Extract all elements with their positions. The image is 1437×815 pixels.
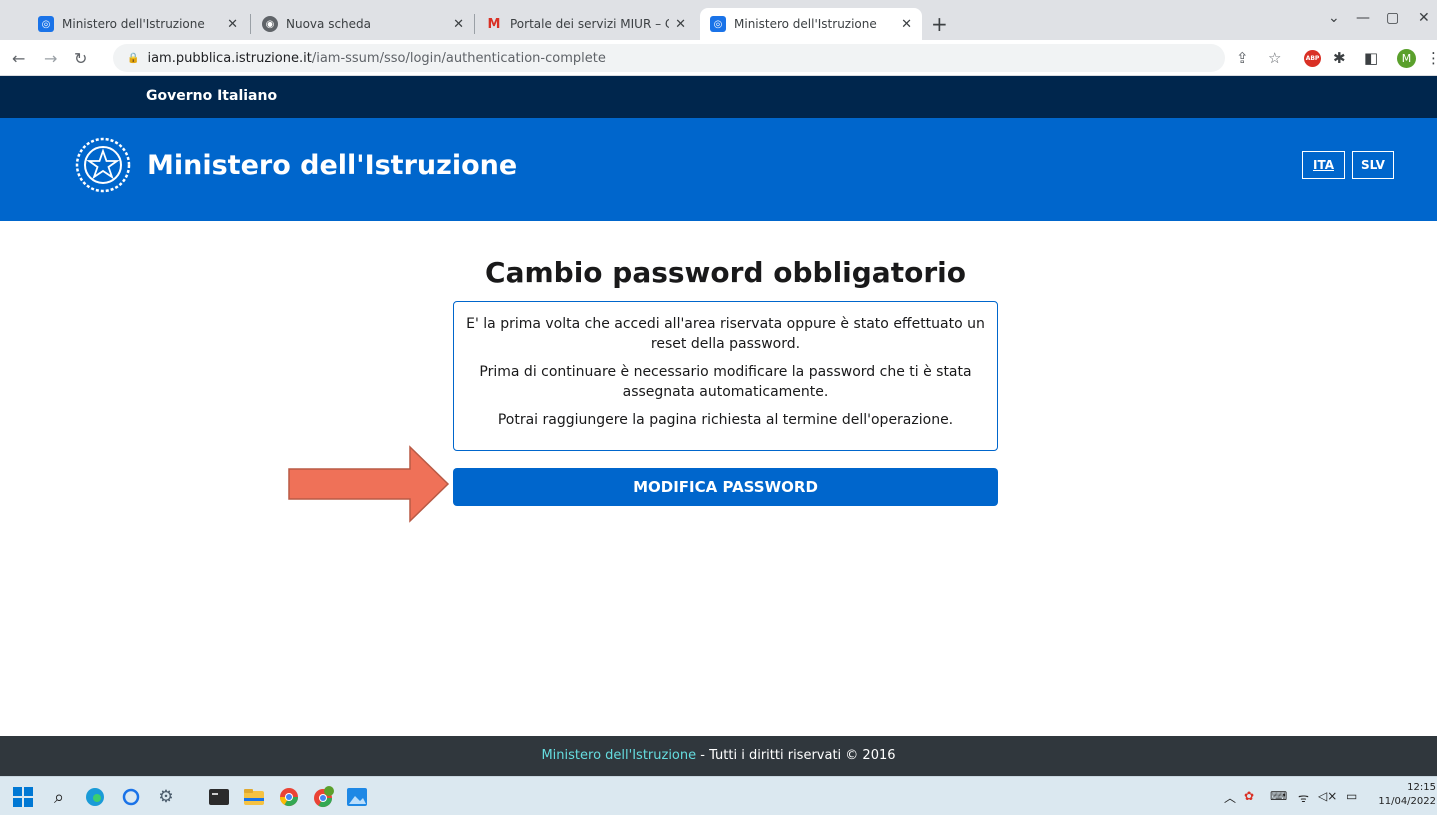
tab-title: Portale dei servizi MIUR – Creazio [510,17,669,31]
browser-tab-active[interactable]: ◎ Ministero dell'Istruzione ✕ [700,8,922,40]
tab-divider [474,14,475,34]
notification-app-icon[interactable]: ✿ [1244,789,1254,803]
footer-copyright: - Tutti i diritti riservati © 2016 [696,748,896,763]
address-bar[interactable]: 🔒 iam.pubblica.istruzione.it/iam-ssum/ss… [113,44,1225,72]
menu-kebab-icon[interactable]: ⋮ [1426,49,1437,67]
maximize-button[interactable]: ▢ [1386,10,1399,26]
close-icon[interactable]: ✕ [675,17,686,32]
address-toolbar: ← → ↻ 🔒 iam.pubblica.istruzione.it/iam-s… [0,40,1437,76]
url-path: /iam-ssum/sso/login/authentication-compl… [311,50,606,66]
tab-divider [250,14,251,34]
info-paragraph: E' la prima volta che accedi all'area ri… [466,316,985,352]
windows-taskbar: ⌕ ⚙ ︿ ✿ ⌨ ᯤ ◁× ▭ 12:15 11/04/2022 [0,776,1437,815]
language-slv-button[interactable]: SLV [1352,151,1394,179]
close-icon[interactable]: ✕ [901,17,912,32]
url-domain: iam.pubblica.istruzione.it [147,50,312,66]
ministry-favicon-icon: ◎ [710,16,726,32]
windows-start-icon[interactable] [12,786,34,808]
side-panel-icon[interactable]: ◧ [1364,49,1378,67]
share-icon[interactable]: ⇪ [1236,49,1249,67]
bookmark-star-icon[interactable]: ☆ [1268,49,1281,67]
browser-tab[interactable]: ◉ Nuova scheda ✕ [252,8,474,40]
lock-icon: 🔒 [127,52,140,64]
cortana-icon[interactable] [120,786,142,808]
adblock-extension-icon[interactable]: ABP [1304,50,1321,67]
show-hidden-icons-icon[interactable]: ︿ [1224,789,1236,806]
modifica-password-button[interactable]: MODIFICA PASSWORD [453,468,998,506]
new-tab-button[interactable]: + [931,12,948,36]
language-ita-button[interactable]: ITA [1302,151,1345,179]
system-clock[interactable]: 12:15 11/04/2022 [1378,781,1436,809]
close-window-button[interactable]: ✕ [1418,10,1430,26]
footer-ministry-link[interactable]: Ministero dell'Istruzione [541,748,696,763]
browser-tab-bar: ◎ Ministero dell'Istruzione ✕ ◉ Nuova sc… [0,0,1437,40]
photos-icon[interactable] [346,786,368,808]
tab-title: Ministero dell'Istruzione [734,17,877,31]
minimize-button[interactable]: — [1356,10,1370,26]
reload-icon[interactable]: ↻ [74,49,87,68]
annotation-arrow-icon [288,445,450,523]
battery-icon[interactable]: ▭ [1346,789,1357,803]
site-header: Ministero dell'Istruzione ITA SLV [0,118,1437,221]
site-title[interactable]: Ministero dell'Istruzione [147,150,517,181]
info-paragraph: Potrai raggiungere la pagina richiesta a… [497,412,954,428]
ministry-favicon-icon: ◎ [38,16,54,32]
government-bar: Governo Italiano [0,76,1437,118]
search-icon[interactable]: ⌕ [48,786,70,808]
chrome-favicon-icon: ◉ [262,16,278,32]
clock-date: 11/04/2022 [1378,796,1436,807]
chrome-profile-icon[interactable] [313,786,335,808]
tab-search-icon[interactable]: ⌄ [1328,10,1340,26]
volume-muted-icon[interactable]: ◁× [1318,789,1337,803]
wifi-icon[interactable]: ᯤ [1298,789,1309,806]
tab-title: Nuova scheda [286,17,372,31]
terminal-icon[interactable] [208,786,230,808]
gmail-favicon-icon: M [487,16,501,32]
settings-gear-icon[interactable]: ⚙ [155,786,177,808]
close-icon[interactable]: ✕ [453,17,464,32]
extensions-puzzle-icon[interactable]: ✱ [1333,49,1346,67]
back-arrow-icon[interactable]: ← [12,49,25,68]
chrome-icon[interactable] [278,786,300,808]
browser-tab[interactable]: ◎ Ministero dell'Istruzione ✕ [28,8,248,40]
clock-time: 12:15 [1407,782,1436,793]
close-icon[interactable]: ✕ [227,17,238,32]
info-box: E' la prima volta che accedi all'area ri… [453,301,998,451]
government-label[interactable]: Governo Italiano [146,88,277,104]
file-explorer-icon[interactable] [243,786,265,808]
keyboard-icon[interactable]: ⌨ [1270,789,1287,803]
info-paragraph: Prima di continuare è necessario modific… [479,364,972,400]
page-footer: Ministero dell'Istruzione - Tutti i diri… [0,736,1437,776]
profile-avatar[interactable]: M [1397,49,1416,68]
edge-browser-icon[interactable] [84,786,106,808]
tab-title: Ministero dell'Istruzione [62,17,205,31]
browser-tab[interactable]: M Portale dei servizi MIUR – Creazio ✕ [476,8,696,40]
page-title: Cambio password obbligatorio [485,256,966,289]
forward-arrow-icon[interactable]: → [44,49,57,68]
italian-republic-emblem-icon [75,137,131,193]
